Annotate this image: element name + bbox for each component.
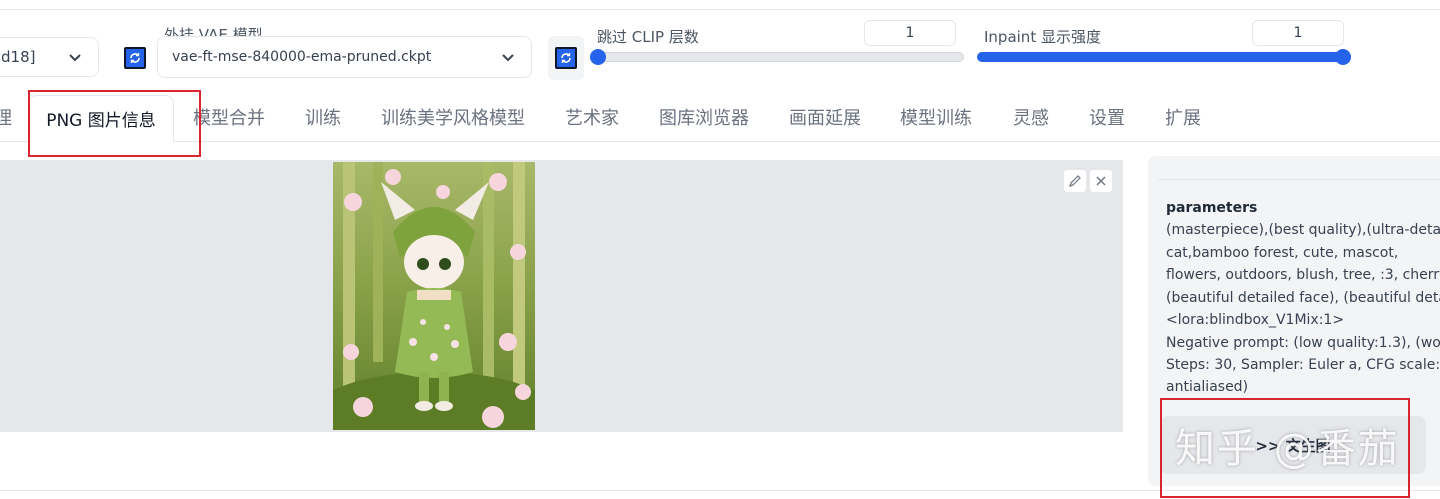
clear-image-button[interactable] [1090,170,1112,192]
inpaint-strength-fill [977,52,1351,62]
image-drop-area[interactable] [0,160,1123,432]
tabs-divider [0,141,1440,142]
clip-skip-label: 跳过 CLIP 层数 [597,28,699,46]
info-line: antialiased) [1166,379,1249,395]
chevron-down-icon [502,54,514,62]
clip-skip-slider[interactable] [590,52,964,62]
highlight-box-button [1160,398,1410,498]
info-divider [1158,179,1440,180]
inpaint-strength-slider-thumb[interactable] [1335,49,1351,65]
clip-skip-slider-thumb[interactable] [590,49,606,65]
checkpoint-value: d18] [1,48,36,66]
tab-inspiration[interactable]: 灵感 [1013,104,1049,134]
edit-image-button[interactable] [1064,170,1086,192]
tab-model-merge[interactable]: 模型合并 [193,104,265,134]
uploaded-image [333,162,535,430]
close-icon [1096,176,1106,186]
inpaint-strength-slider[interactable] [977,52,1351,62]
info-line: Negative prompt: (low quality:1.3), (wor… [1166,335,1440,351]
info-line: Steps: 30, Sampler: Euler a, CFG scale: … [1166,357,1440,373]
refresh-checkpoint-button[interactable] [124,47,146,69]
chevron-down-icon [69,54,81,62]
refresh-vae-button[interactable] [548,36,584,80]
checkpoint-select[interactable]: d18] [0,37,99,77]
tab-outpaint[interactable]: 画面延展 [789,104,861,134]
inpaint-strength-label: Inpaint 显示强度 [984,28,1101,46]
top-divider [0,9,1440,10]
info-line: (masterpiece),(best quality),(ultra-deta… [1166,222,1440,238]
info-line: <lora:blindbox_V1Mix:1> [1166,312,1345,328]
info-line: (beautiful detailed face), (beautiful de… [1166,290,1440,306]
refresh-icon [124,47,146,69]
tab-extensions[interactable]: 扩展 [1165,104,1201,134]
vae-value: vae-ft-mse-840000-ema-pruned.ckpt [172,49,432,65]
tab-image-browser[interactable]: 图库浏览器 [659,104,749,134]
tab-settings[interactable]: 设置 [1089,104,1125,134]
highlight-box-tab [28,90,201,157]
tab-artists[interactable]: 艺术家 [565,104,619,134]
tab-partial[interactable]: 理 [0,104,12,134]
inpaint-strength-input[interactable]: 1 [1252,20,1344,46]
info-line: flowers, outdoors, blush, tree, :3, cher… [1166,267,1440,283]
tab-aesthetic-train[interactable]: 训练美学风格模型 [381,104,525,134]
clip-skip-input[interactable]: 1 [864,20,956,46]
info-line: cat,bamboo forest, cute, mascot, [1166,245,1399,261]
info-title: parameters [1166,200,1258,216]
refresh-icon [555,47,577,69]
tab-model-training[interactable]: 模型训练 [900,104,972,134]
tab-train[interactable]: 训练 [305,104,341,134]
vae-select[interactable]: vae-ft-mse-840000-ema-pruned.ckpt [157,36,532,78]
pencil-icon [1069,175,1081,187]
